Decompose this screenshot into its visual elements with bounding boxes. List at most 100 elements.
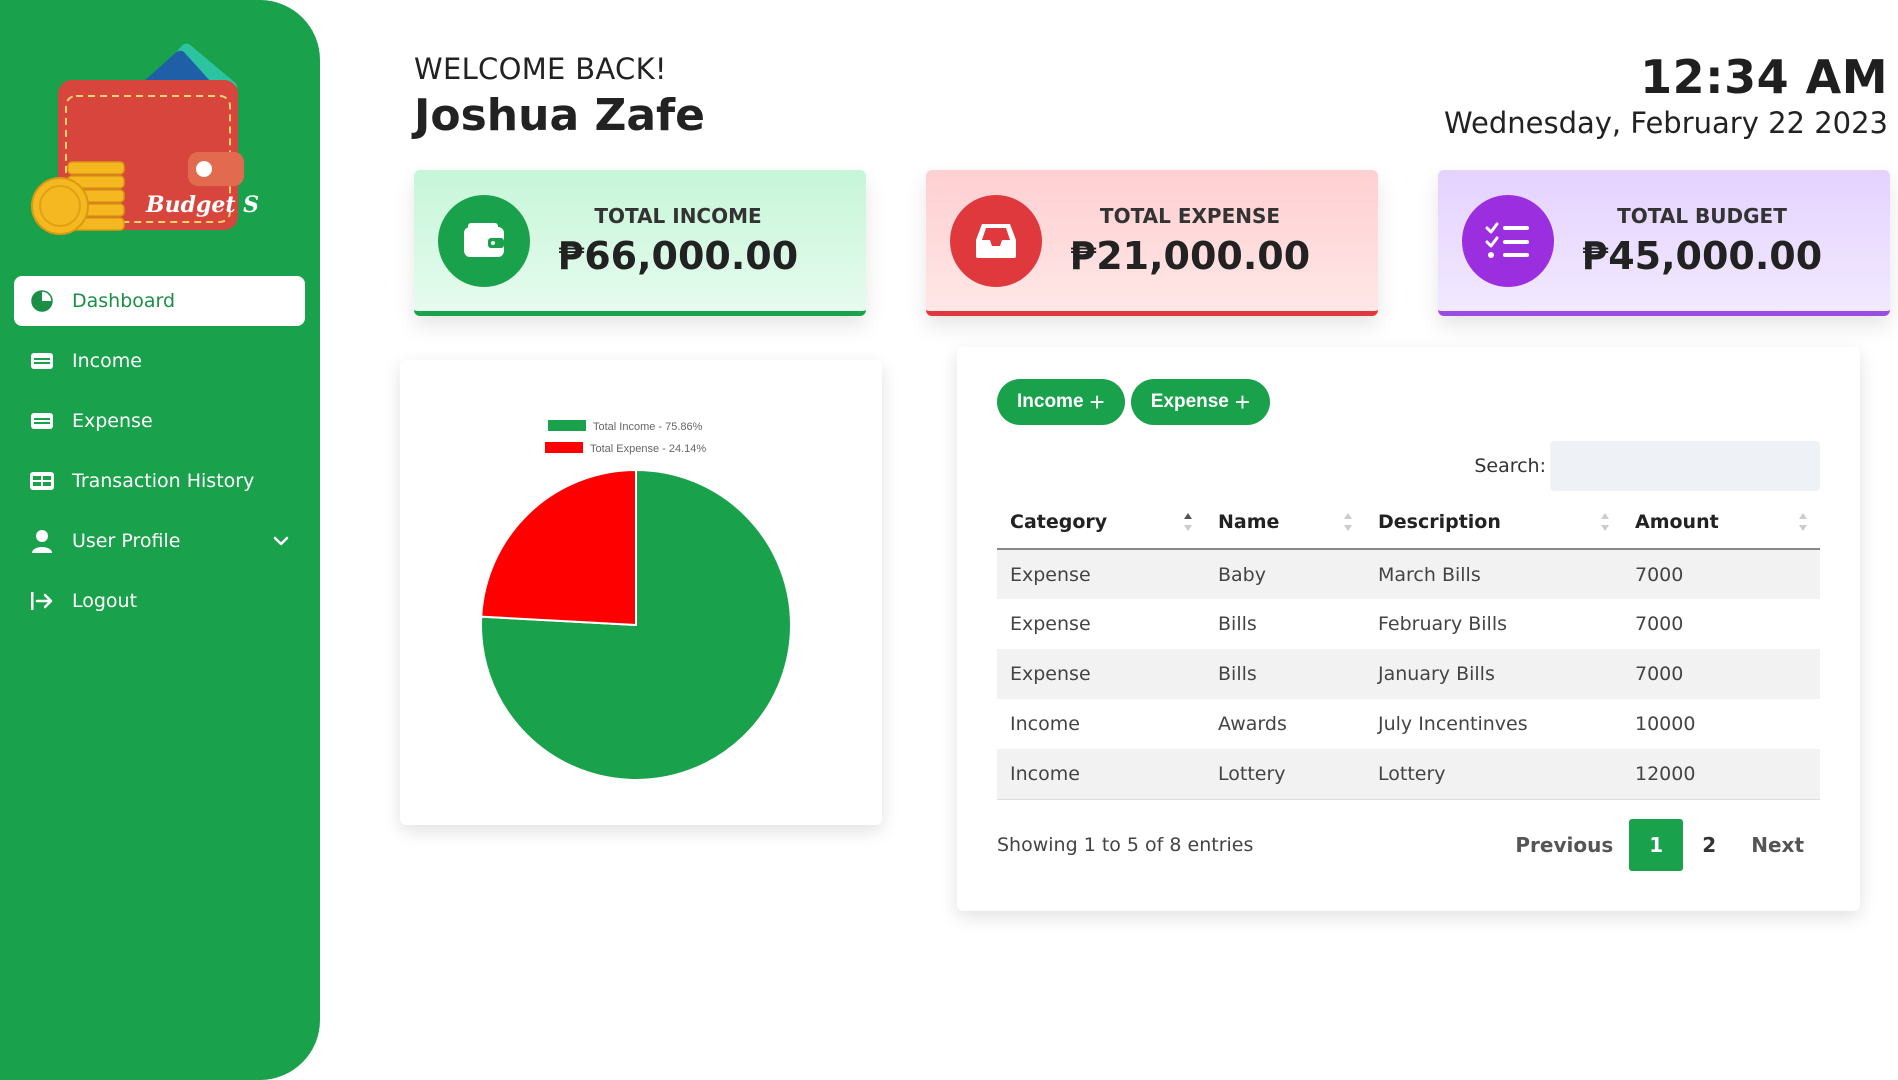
column-header-label: Description [1378,510,1501,533]
table-cell: Awards [1218,713,1287,735]
table-header-row: Category Name Description Amount [997,495,1820,550]
column-header-label: Name [1218,510,1280,533]
current-time: 12:34 AM [1640,50,1888,104]
total-income-value: ₱66,000.00 [557,233,799,278]
sort-icon [1601,513,1609,531]
budget-wallet-logo: Budget S [31,43,259,235]
sort-ascending-icon [1184,513,1192,531]
plus-icon: + [1234,387,1251,417]
user-name: Joshua Zafe [414,90,706,141]
pagination: Previous 1 2 Next [1499,819,1820,871]
total-expense-card: TOTAL EXPENSE ₱21,000.00 [926,170,1378,316]
table-cell: July Incentinves [1378,713,1528,735]
table-cell: Lottery [1205,749,1365,800]
add-income-button[interactable]: Income + [997,379,1125,425]
sidebar-item-label: Income [72,350,142,372]
table-cell: Expense [1010,663,1091,685]
add-expense-label: Expense [1150,391,1229,412]
sidebar-item-label: Expense [72,410,153,432]
table-cell: Baby [1218,563,1266,586]
total-budget-value: ₱45,000.00 [1581,233,1823,278]
table-cell: Expense [1010,613,1091,635]
sidebar-item-logout[interactable]: Logout [14,576,305,626]
chevron-down-icon[interactable] [273,532,291,550]
table-cell: Expense [1010,563,1091,586]
income-expense-pie-chart: Total Income - 75.86% Total Expense - 24.… [480,420,792,781]
sort-icon [1344,513,1352,531]
plus-icon: + [1089,387,1105,417]
pie-chart-icon [28,287,56,315]
sidebar-item-income[interactable]: Income [14,336,305,386]
table-cell: Bills [1218,663,1257,685]
add-income-label: Income [1017,391,1084,412]
table-icon [28,467,56,495]
column-header-name[interactable]: Name [1205,495,1365,550]
legend-label: Total Expense - 24.14% [590,443,706,455]
next-page-button[interactable]: Next [1735,819,1820,871]
total-expense-label: TOTAL EXPENSE [1099,203,1281,228]
transactions-panel: Income + Expense + Search: Category Name [957,347,1860,911]
total-budget-label: TOTAL BUDGET [1617,203,1787,228]
sidebar-item-user-profile[interactable]: User Profile [14,516,305,566]
pie-slice-total-expense[interactable] [480,468,637,627]
table-info: Showing 1 to 5 of 8 entries [997,834,1254,856]
sidebar-item-expense[interactable]: Expense [14,396,305,446]
welcome-text: WELCOME BACK! [414,52,667,86]
sort-icon [1799,513,1807,531]
user-icon [28,527,56,555]
inbox-icon [950,194,1042,287]
table-cell: February Bills [1378,613,1508,635]
search-label: Search: [1474,455,1546,477]
page-button-1[interactable]: 1 [1629,819,1684,871]
current-date: Wednesday, February 22 2023 [1444,106,1888,140]
table-cell: January Bills [1378,663,1495,685]
sidebar-item-dashboard[interactable]: Dashboard [14,276,305,326]
sidebar-item-label: Dashboard [72,290,176,312]
table-cell: 7000 [1635,663,1684,685]
column-header-label: Category [1010,510,1108,533]
legend-swatch [545,442,583,453]
table-row[interactable]: Expense Bills February Bills 7000 [997,599,1820,649]
money-icon [28,407,56,435]
transactions-table: Category Name Description Amount Expense… [997,495,1820,800]
column-header-amount[interactable]: Amount [1622,495,1820,550]
sidebar-item-label: Transaction History [72,470,255,492]
column-header-category[interactable]: Category [997,495,1205,550]
table-row[interactable]: Income Awards July Incentinves 10000 [997,699,1820,749]
wallet-icon [438,194,530,287]
column-header-label: Amount [1635,510,1719,533]
table-cell: Bills [1218,613,1257,635]
table-cell: March Bills [1378,563,1481,586]
pie-chart-panel: Total Income - 75.86% Total Expense - 24.… [400,360,882,825]
sidebar: Budget S Dashboard Income Expense Transa… [0,0,320,1080]
page-button-2[interactable]: 2 [1683,819,1735,871]
previous-page-button[interactable]: Previous [1499,819,1629,871]
sidebar-nav: Dashboard Income Expense Transaction His… [14,276,305,636]
table-row[interactable]: Expense Bills January Bills 7000 [997,649,1820,699]
table-row[interactable]: Expense Baby March Bills 7000 [997,549,1820,599]
search-input[interactable] [1550,441,1820,491]
sidebar-item-label: Logout [72,590,138,612]
table-cell: 7000 [1635,613,1684,635]
total-income-label: TOTAL INCOME [594,203,762,228]
total-expense-value: ₱21,000.00 [1069,233,1311,278]
total-income-card: TOTAL INCOME ₱66,000.00 [414,170,866,316]
add-expense-button[interactable]: Expense + [1130,379,1271,425]
money-icon [28,347,56,375]
table-cell: Income [997,749,1205,800]
total-budget-card: TOTAL BUDGET ₱45,000.00 [1438,170,1890,316]
checklist-icon [1462,194,1554,287]
table-cell: 10000 [1635,713,1696,735]
legend-swatch [548,420,586,431]
logout-icon [28,587,56,615]
column-header-description[interactable]: Description [1365,495,1622,550]
table-row[interactable]: Income Lottery Lottery 12000 [997,749,1820,800]
legend-label: Total Income - 75.86% [593,421,703,433]
sidebar-item-transaction-history[interactable]: Transaction History [14,456,305,506]
table-cell: Lottery [1365,749,1622,800]
table-cell: 7000 [1635,563,1684,586]
table-cell: Income [1010,713,1080,735]
sidebar-item-label: User Profile [72,530,181,552]
clock: 12:34 AM Wednesday, February 22 2023 [1444,50,1888,140]
table-cell: 12000 [1622,749,1820,800]
